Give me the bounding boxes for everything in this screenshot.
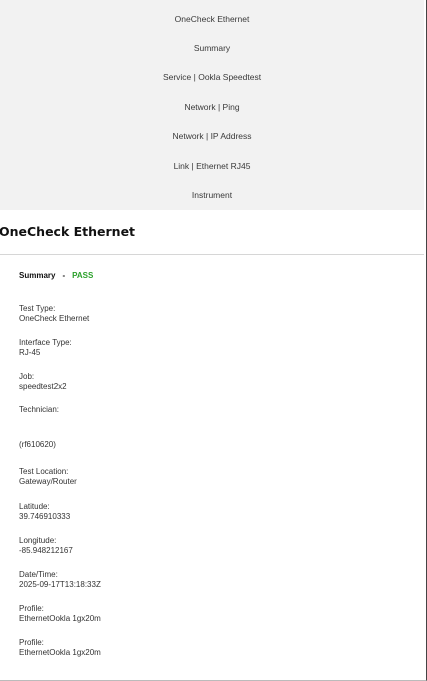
summary-heading: Summary - PASS bbox=[19, 271, 93, 280]
field-test-location: Test Location: Gateway/Router bbox=[19, 467, 77, 487]
nav-item-service-ookla-speedtest[interactable]: Service | Ookla Speedtest bbox=[0, 71, 424, 83]
field-latitude: Latitude: 39.746910333 bbox=[19, 502, 70, 522]
field-label: Test Location: bbox=[19, 467, 69, 476]
page-title: OneCheck Ethernet bbox=[0, 224, 136, 239]
field-label: Longitude: bbox=[19, 536, 57, 545]
field-value: EthernetOokla 1gx20m bbox=[19, 648, 101, 657]
field-test-type: Test Type: OneCheck Ethernet bbox=[19, 304, 89, 324]
field-label: Technician: bbox=[19, 405, 60, 414]
nav-item-network-ping[interactable]: Network | Ping bbox=[0, 101, 424, 113]
nav-item-onecheck-ethernet[interactable]: OneCheck Ethernet bbox=[0, 13, 424, 25]
field-label: Interface Type: bbox=[19, 338, 72, 347]
status-badge: PASS bbox=[72, 271, 94, 280]
field-longitude: Longitude: -85.948212167 bbox=[19, 536, 73, 556]
nav-item-summary[interactable]: Summary bbox=[0, 42, 424, 54]
field-value: OneCheck Ethernet bbox=[19, 314, 90, 323]
field-label: Profile: bbox=[19, 604, 44, 613]
nav-item-instrument[interactable]: Instrument bbox=[0, 189, 424, 201]
nav-item-link-ethernet-rj45[interactable]: Link | Ethernet RJ45 bbox=[0, 160, 424, 172]
field-label: Latitude: bbox=[19, 502, 50, 511]
summary-label: Summary bbox=[19, 271, 56, 280]
field-technician-id: (rf610620) bbox=[19, 440, 56, 450]
page-header: OneCheck Ethernet bbox=[0, 210, 424, 255]
field-label: Profile: bbox=[19, 638, 44, 647]
field-date-time: Date/Time: 2025-09-17T13:18:33Z bbox=[19, 570, 101, 590]
field-label: Test Type: bbox=[19, 304, 56, 313]
field-technician: Technician: bbox=[19, 405, 59, 415]
field-label: Date/Time: bbox=[19, 570, 58, 579]
field-value: Gateway/Router bbox=[19, 477, 77, 486]
field-job: Job: speedtest2x2 bbox=[19, 372, 67, 392]
section-nav: OneCheck Ethernet Summary Service | Ookl… bbox=[0, 0, 424, 211]
field-value: speedtest2x2 bbox=[19, 382, 67, 391]
field-value: EthernetOokla 1gx20m bbox=[19, 614, 101, 623]
nav-item-network-ip-address[interactable]: Network | IP Address bbox=[0, 130, 424, 142]
field-value: 2025-09-17T13:18:33Z bbox=[19, 580, 101, 589]
field-value: RJ-45 bbox=[19, 348, 41, 357]
field-profile: Profile: EthernetOokla 1gx20m bbox=[19, 604, 101, 624]
field-interface-type: Interface Type: RJ-45 bbox=[19, 338, 72, 358]
field-profile-2: Profile: EthernetOokla 1gx20m bbox=[19, 638, 101, 658]
report-window: OneCheck Ethernet Summary Service | Ookl… bbox=[0, 0, 427, 681]
field-value: -85.948212167 bbox=[19, 546, 73, 555]
field-value: (rf610620) bbox=[19, 440, 56, 449]
field-label: Job: bbox=[19, 372, 35, 381]
summary-separator: - bbox=[62, 271, 66, 280]
field-value: 39.746910333 bbox=[19, 512, 71, 521]
